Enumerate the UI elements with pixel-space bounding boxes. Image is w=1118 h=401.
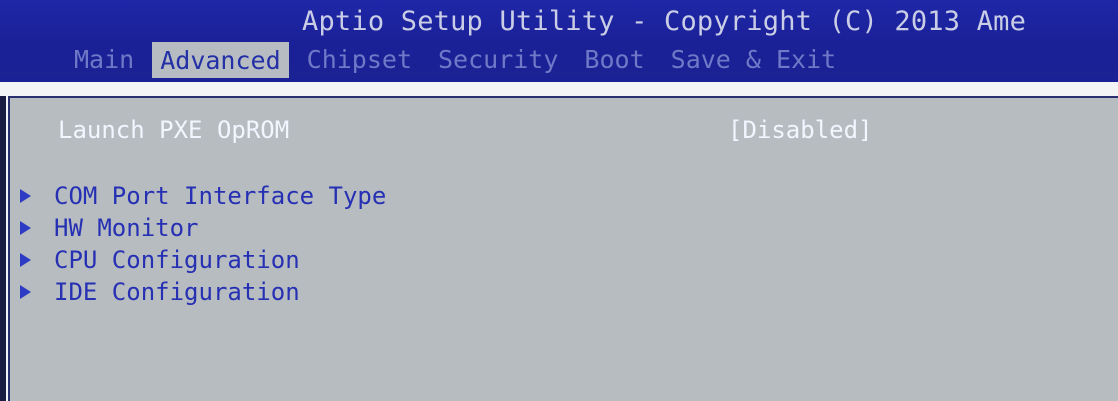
window-title: Aptio Setup Utility - Copyright (C) 2013… <box>302 6 1027 37</box>
menu-item-label: IDE Configuration <box>54 278 300 306</box>
bios-screen: Aptio Setup Utility - Copyright (C) 2013… <box>0 0 1118 401</box>
menu-item-com-port-interface-type[interactable]: COM Port Interface Type <box>20 180 386 212</box>
menu-item-hw-monitor[interactable]: HW Monitor <box>20 212 386 244</box>
menu-item-cpu-configuration[interactable]: CPU Configuration <box>20 244 386 276</box>
launch-pxe-oprom-setting[interactable]: Launch PXE OpROM [Disabled] <box>58 116 1058 144</box>
tab-chipset[interactable]: Chipset <box>299 42 420 77</box>
menu-item-ide-configuration[interactable]: IDE Configuration <box>20 276 386 308</box>
tab-advanced[interactable]: Advanced <box>152 42 289 80</box>
menu-item-label: CPU Configuration <box>54 246 300 274</box>
submenu-arrow-icon <box>20 221 31 235</box>
bios-header: Aptio Setup Utility - Copyright (C) 2013… <box>0 0 1118 82</box>
setting-value[interactable]: [Disabled] <box>728 116 873 144</box>
header-divider <box>0 78 1118 82</box>
menu-item-label: COM Port Interface Type <box>54 182 387 210</box>
setting-label: Launch PXE OpROM <box>58 116 290 144</box>
tab-save-exit[interactable]: Save & Exit <box>663 42 845 77</box>
tab-security[interactable]: Security <box>430 42 566 77</box>
menu-item-label: HW Monitor <box>54 214 199 242</box>
tab-bar: Main Advanced Chipset Security Boot Save… <box>66 42 854 82</box>
submenu-arrow-icon <box>20 189 31 203</box>
tab-main[interactable]: Main <box>66 42 142 77</box>
advanced-settings-panel: Launch PXE OpROM [Disabled] COM Port Int… <box>8 96 1118 401</box>
submenu-arrow-icon <box>20 253 31 267</box>
submenu-arrow-icon <box>20 285 31 299</box>
tab-boot[interactable]: Boot <box>576 42 652 77</box>
advanced-menu: COM Port Interface Type HW Monitor CPU C… <box>20 180 386 308</box>
panel-left-border <box>0 96 6 401</box>
